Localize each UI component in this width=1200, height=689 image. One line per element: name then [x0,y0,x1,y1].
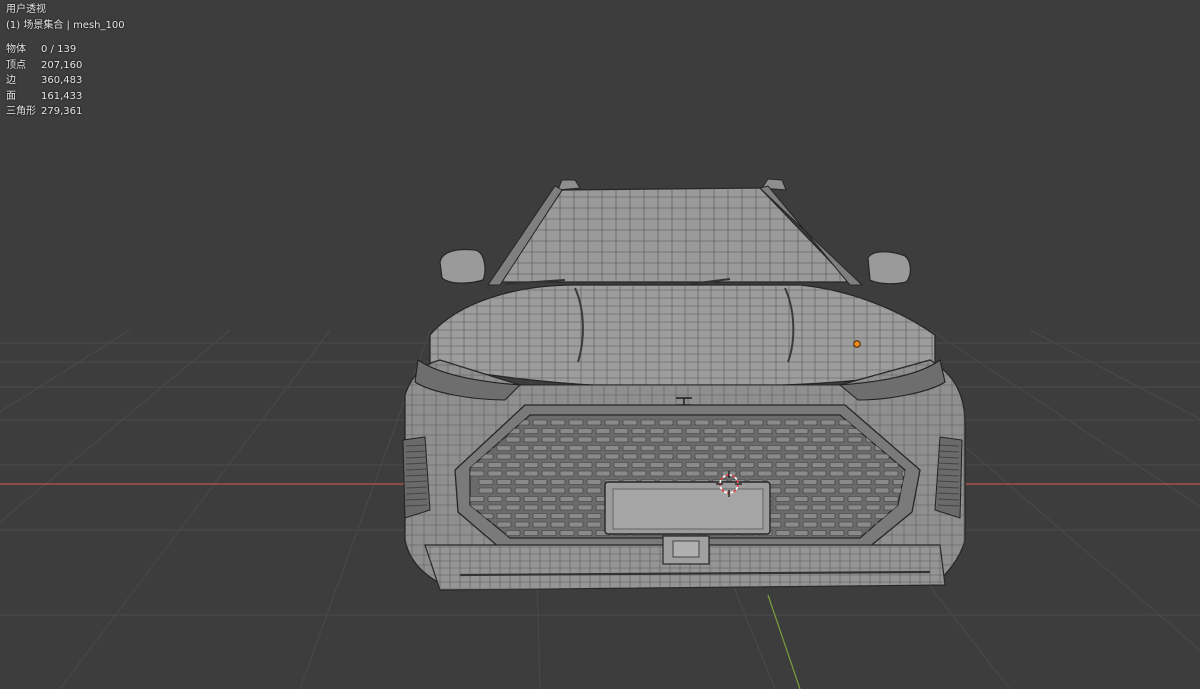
stat-label: 面 [6,90,16,102]
stat-label: 边 [6,75,16,86]
origin-point-icon[interactable] [853,340,861,348]
stat-label: 三角形 [6,106,36,117]
stat-row: 面 161,433 [6,89,125,105]
3d-viewport[interactable]: 用户透视 (1) 场景集合 | mesh_100 物体 0 / 139 顶点 2… [0,0,1200,689]
stat-row: 边 360,483 [6,73,125,89]
mirror-right [867,251,911,285]
stat-value: 0 / 139 [41,44,77,55]
hood [429,284,936,389]
roof-rail-left [557,179,581,191]
y-axis-line [767,594,801,689]
stat-label: 顶点 [6,59,26,71]
side-intake-right [934,436,963,519]
stat-label: 物体 [6,44,26,55]
view-name: 用户透视 [6,4,46,15]
car-mesh[interactable] [400,178,970,592]
viewport-text-info: 用户透视 (1) 场景集合 | mesh_100 物体 0 / 139 顶点 2… [6,2,125,120]
stat-row: 顶点 207,160 [6,58,125,74]
statistics-panel: 物体 0 / 139 顶点 207,160 边 360,483 面 161,43… [6,42,125,120]
stat-value: 360,483 [41,75,83,86]
stat-value: 161,433 [41,90,83,102]
stat-row: 三角形 279,361 [6,104,125,120]
collection-info: (1) 场景集合 | mesh_100 [6,19,125,31]
stat-value: 207,160 [41,59,83,71]
stat-row: 物体 0 / 139 [6,42,125,58]
side-intake-left [402,436,431,519]
stat-value: 279,361 [41,106,83,117]
viewport-scene[interactable] [0,0,1200,689]
mirror-left [439,248,486,284]
